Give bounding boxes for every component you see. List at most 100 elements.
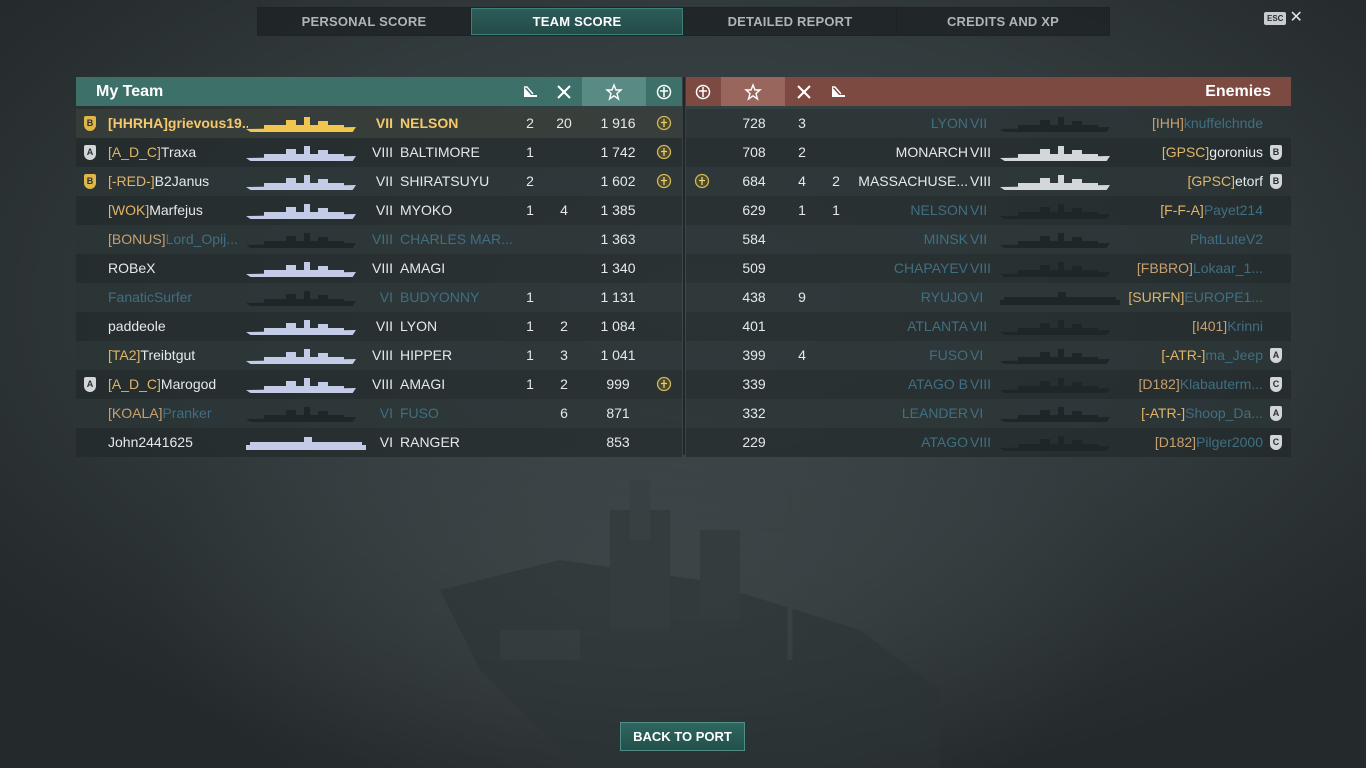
player-name[interactable]: [F-F-A]Payet214 — [1106, 196, 1263, 225]
player-name[interactable]: [TA2]Treibtgut — [108, 341, 248, 370]
player-nickname: etorf — [1234, 173, 1263, 189]
ship-tier: VI — [970, 347, 984, 363]
ship-tier: VI — [379, 289, 393, 305]
player-row[interactable]: ROBeX VIII AMAGI 1 340 — [76, 254, 682, 283]
clan-tag[interactable]: [A_D_C] — [108, 144, 161, 160]
score-star-icon[interactable] — [721, 77, 785, 106]
tab-personal-score[interactable]: PERSONAL SCORE — [258, 8, 471, 35]
player-row[interactable]: 629 1 1 NELSON VII [F-F-A]Payet214 — [686, 196, 1291, 225]
player-row[interactable]: paddeole VII LYON 1 2 1 084 — [76, 312, 682, 341]
player-row[interactable]: A 332 LEANDER VI [-ATR-]Shoop_Da... — [686, 399, 1291, 428]
player-name[interactable]: [-RED-]B2Janus — [108, 167, 248, 196]
achievement-icon[interactable] — [686, 77, 720, 106]
clan-tag[interactable]: [WOK] — [108, 202, 149, 218]
player-row[interactable]: 728 3 LYON VII [IHH]knuffelchnde — [686, 109, 1291, 138]
ship-tier: VIII — [970, 173, 992, 189]
player-row[interactable]: [BONUS]Lord_Opij... VIII CHARLES MAR... 1 … — [76, 225, 682, 254]
player-row[interactable]: 584 MINSK VII PhatLuteV2 — [686, 225, 1291, 254]
player-row[interactable]: FanaticSurfer VI BUDYONNY 1 1 131 — [76, 283, 682, 312]
player-row[interactable]: A [A_D_C]Traxa VIII BALTIMORE 1 1 742 — [76, 138, 682, 167]
player-row[interactable]: B [-RED-]B2Janus VII SHIRATSUYU 2 1 602 — [76, 167, 682, 196]
score-star-icon[interactable] — [582, 77, 646, 106]
player-name[interactable]: [GPSC]etorf — [1106, 167, 1263, 196]
achievement-medal-icon[interactable] — [694, 167, 710, 196]
clan-tag[interactable]: [HHRHA] — [108, 115, 168, 131]
player-name[interactable]: [I401]Krinni — [1106, 312, 1263, 341]
player-name[interactable]: [-ATR-]Shoop_Da... — [1106, 399, 1263, 428]
player-row[interactable]: 438 9 RYUJO VI [SURFN]EUROPE1... — [686, 283, 1291, 312]
player-name[interactable]: John2441625 — [108, 428, 248, 457]
clan-tag[interactable]: [D182] — [1138, 376, 1179, 392]
tab-team-score[interactable]: TEAM SCORE — [471, 8, 684, 35]
player-row[interactable]: B 684 4 2 MASSACHUSE... VIII [GPSC]etorf — [686, 167, 1291, 196]
player-name[interactable]: [GPSC]goronius — [1106, 138, 1263, 167]
player-name[interactable]: [SURFN]EUROPE1... — [1106, 283, 1263, 312]
ship-silhouette-icon — [246, 347, 356, 364]
planes-destroyed-value — [516, 254, 544, 283]
player-name[interactable]: FanaticSurfer — [108, 283, 248, 312]
player-row[interactable]: [TA2]Treibtgut VIII HIPPER 1 3 1 041 — [76, 341, 682, 370]
tab-credits-and-xp[interactable]: CREDITS AND XP — [897, 8, 1109, 35]
achievement-medal-icon[interactable] — [656, 370, 672, 399]
clan-tag[interactable]: [-ATR-] — [1141, 405, 1185, 421]
ship-silhouette-icon — [246, 260, 356, 277]
player-name[interactable]: ROBeX — [108, 254, 248, 283]
tab-detailed-report[interactable]: DETAILED REPORT — [684, 8, 897, 35]
clan-tag[interactable]: [GPSC] — [1188, 173, 1235, 189]
player-row[interactable]: B [HHRHA]grievous19... VII NELSON 2 20 1 916 — [76, 109, 682, 138]
kills-icon[interactable] — [790, 77, 818, 106]
player-nickname: knuffelchnde — [1183, 115, 1263, 131]
clan-tag[interactable]: [KOALA] — [108, 405, 162, 421]
player-row[interactable]: A [A_D_C]Marogod VIII AMAGI 1 2 999 — [76, 370, 682, 399]
player-name[interactable]: [HHRHA]grievous19... — [108, 109, 248, 138]
score-value: 229 — [742, 434, 766, 450]
player-name[interactable]: [A_D_C]Marogod — [108, 370, 248, 399]
clan-tag[interactable]: [BONUS] — [108, 231, 166, 247]
clan-tag[interactable]: [A_D_C] — [108, 376, 161, 392]
ship-name: CHAPAYEV — [893, 260, 968, 276]
clan-tag[interactable]: [-ATR-] — [1161, 347, 1205, 363]
player-name[interactable]: [FBBRO]Lokaar_1... — [1106, 254, 1263, 283]
player-row[interactable]: C 339 ATAGO B VIII [D182]Klabauterm... — [686, 370, 1291, 399]
clan-tag[interactable]: [IHH] — [1152, 115, 1184, 131]
planes-destroyed-value: 1 — [526, 202, 534, 218]
achievement-medal-icon[interactable] — [656, 138, 672, 167]
achievement-medal-icon[interactable] — [656, 167, 672, 196]
close-control[interactable]: ESC ✕ — [1264, 10, 1303, 26]
player-name[interactable]: paddeole — [108, 312, 248, 341]
achievement-icon[interactable] — [646, 77, 682, 106]
planes-destroyed-icon[interactable] — [516, 77, 544, 106]
player-row[interactable]: John2441625 VI RANGER 853 — [76, 428, 682, 457]
player-row[interactable]: C 229 ATAGO VIII [D182]Pilger2000 — [686, 428, 1291, 457]
player-name[interactable]: [D182]Klabauterm... — [1106, 370, 1263, 399]
clan-tag[interactable]: [F-F-A] — [1160, 202, 1204, 218]
player-row[interactable]: B 708 2 MONARCH VIII [GPSC]goronius — [686, 138, 1291, 167]
player-name[interactable]: [A_D_C]Traxa — [108, 138, 248, 167]
player-row[interactable]: A 399 4 FUSO VI [-ATR-]ma_Jeep — [686, 341, 1291, 370]
player-row[interactable]: [KOALA]Pranker VI FUSO 6 871 — [76, 399, 682, 428]
player-name[interactable]: [D182]Pilger2000 — [1106, 428, 1263, 457]
player-nickname: Marogod — [160, 376, 217, 392]
player-name[interactable]: [IHH]knuffelchnde — [1106, 109, 1263, 138]
planes-destroyed-icon[interactable] — [824, 77, 852, 106]
clan-tag[interactable]: [D182] — [1155, 434, 1196, 450]
player-name[interactable]: [WOK]Marfejus — [108, 196, 248, 225]
clan-tag[interactable]: [SURFN] — [1128, 289, 1184, 305]
player-row[interactable]: 509 CHAPAYEV VIII [FBBRO]Lokaar_1... — [686, 254, 1291, 283]
kills-icon[interactable] — [550, 77, 578, 106]
player-name[interactable]: [-ATR-]ma_Jeep — [1106, 341, 1263, 370]
back-to-port-button[interactable]: BACK TO PORT — [620, 722, 745, 751]
close-icon[interactable]: ✕ — [1289, 10, 1302, 26]
player-name[interactable]: [BONUS]Lord_Opij... — [108, 225, 248, 254]
clan-tag[interactable]: [TA2] — [108, 347, 140, 363]
achievement-medal-icon[interactable] — [656, 109, 672, 138]
clan-tag[interactable]: [I401] — [1192, 318, 1227, 334]
ship-tier: VII — [375, 115, 393, 131]
player-row[interactable]: 401 ATLANTA VII [I401]Krinni — [686, 312, 1291, 341]
clan-tag[interactable]: [GPSC] — [1162, 144, 1209, 160]
clan-tag[interactable]: [FBBRO] — [1137, 260, 1193, 276]
clan-tag[interactable]: [-RED-] — [108, 173, 155, 189]
player-name[interactable]: PhatLuteV2 — [1106, 225, 1263, 254]
player-row[interactable]: [WOK]Marfejus VII MYOKO 1 4 1 385 — [76, 196, 682, 225]
player-name[interactable]: [KOALA]Pranker — [108, 399, 248, 428]
